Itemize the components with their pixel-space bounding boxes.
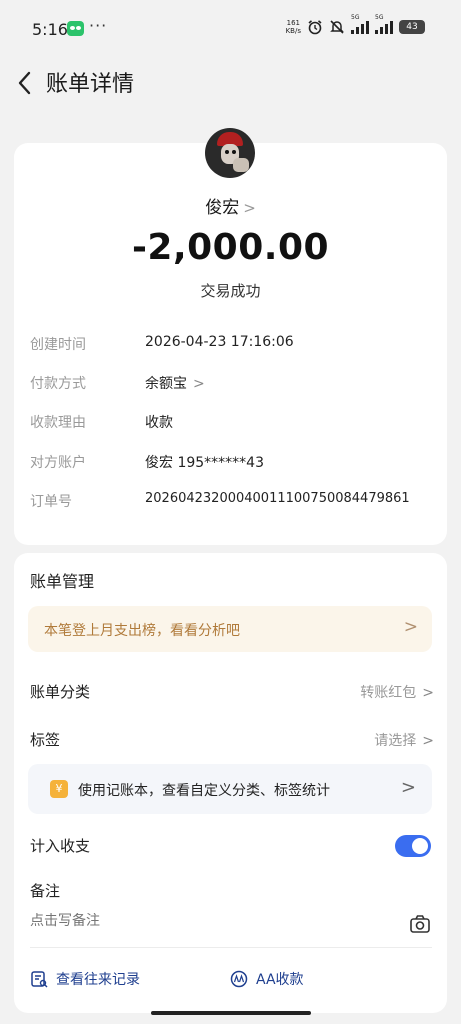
ledger-tip-text: 使用记账本，查看自定义分类、标签统计 bbox=[78, 783, 330, 799]
view-history-label: 查看往来记录 bbox=[56, 972, 140, 988]
bill-management-card: 账单管理 本笔登上月支出榜，看看分析吧 > 账单分类 转账红包 > 标签 请选择 >… bbox=[14, 553, 447, 1013]
detail-value: 余额宝 > bbox=[145, 373, 205, 393]
detail-row-created-time: 创建时间 2026-04-23 17:16:06 bbox=[30, 332, 430, 356]
battery-icon: 43 bbox=[399, 20, 425, 34]
include-label: 计入收支 bbox=[30, 837, 91, 855]
category-value: 转账红包 > bbox=[360, 682, 434, 702]
spending-analysis-banner[interactable]: 本笔登上月支出榜，看看分析吧 > bbox=[28, 606, 432, 652]
promo-text: 本笔登上月支出榜，看看分析吧 bbox=[44, 623, 240, 639]
payee-name: 俊宏 bbox=[205, 198, 240, 218]
network-speed: 161 KB/s bbox=[286, 19, 301, 35]
transaction-status: 交易成功 bbox=[200, 282, 261, 300]
status-bar: 5:16 ··· 161 KB/s 5G 5G 43 bbox=[0, 0, 461, 60]
ledger-tip-banner[interactable]: ¥ 使用记账本，查看自定义分类、标签统计 > bbox=[28, 764, 432, 814]
detail-label: 创建时间 bbox=[30, 337, 86, 353]
chevron-right-icon: > bbox=[422, 733, 434, 749]
aa-collect-label: AA收款 bbox=[256, 972, 304, 988]
detail-row-counterparty: 对方账户 俊宏 195******43 bbox=[30, 450, 430, 474]
page-title: 账单详情 bbox=[46, 72, 135, 97]
nav-bar: 账单详情 bbox=[0, 60, 461, 106]
tag-row[interactable]: 标签 请选择 > bbox=[30, 727, 434, 753]
aa-collect-link[interactable]: AA收款 bbox=[230, 969, 304, 989]
detail-label: 收款理由 bbox=[30, 415, 86, 431]
detail-label: 订单号 bbox=[30, 494, 72, 510]
detail-label: 对方账户 bbox=[30, 455, 86, 471]
transaction-card: 俊宏 > -2,000.00 交易成功 创建时间 2026-04-23 17:16… bbox=[14, 128, 447, 545]
include-in-stats-toggle[interactable] bbox=[395, 835, 431, 857]
signal-icon-1: 5G bbox=[351, 14, 369, 34]
wechat-notification-icon bbox=[67, 21, 84, 36]
signal-1-tag: 5G bbox=[351, 14, 360, 21]
chevron-right-icon: > bbox=[403, 617, 418, 637]
payee-avatar[interactable] bbox=[205, 128, 255, 178]
note-input[interactable] bbox=[30, 913, 370, 929]
detail-value: 收款 bbox=[145, 415, 173, 431]
tag-value: 请选择 > bbox=[374, 730, 434, 750]
mute-bell-icon bbox=[330, 20, 344, 34]
detail-label: 付款方式 bbox=[30, 376, 86, 392]
status-icons: 161 KB/s 5G 5G 43 bbox=[286, 14, 425, 35]
ledger-icon: ¥ bbox=[50, 780, 68, 798]
alarm-icon bbox=[308, 20, 322, 35]
category-label: 账单分类 bbox=[30, 683, 91, 701]
view-history-link[interactable]: 查看往来记录 bbox=[30, 969, 140, 989]
detail-value: 2026-04-23 17:16:06 bbox=[145, 334, 294, 350]
detail-row-order-number: 订单号 20260423200040011100750084479861 bbox=[30, 489, 430, 513]
detail-row-reason: 收款理由 收款 bbox=[30, 410, 430, 434]
signal-icon-2: 5G bbox=[375, 14, 393, 34]
include-in-stats-row: 计入收支 bbox=[30, 833, 434, 859]
signal-2-tag: 5G bbox=[375, 14, 384, 21]
records-icon bbox=[31, 971, 48, 988]
detail-value: 俊宏 195******43 bbox=[145, 455, 264, 471]
chevron-right-icon: > bbox=[400, 777, 416, 798]
network-speed-unit: KB/s bbox=[285, 27, 301, 35]
tag-value-text: 请选择 bbox=[374, 733, 417, 749]
back-arrow-icon[interactable] bbox=[12, 68, 38, 98]
chevron-right-icon: > bbox=[422, 685, 434, 701]
section-title: 账单管理 bbox=[30, 572, 95, 591]
chevron-right-icon: > bbox=[243, 199, 256, 217]
home-indicator[interactable] bbox=[151, 1011, 311, 1015]
divider bbox=[30, 947, 432, 948]
status-time: 5:16 bbox=[32, 20, 68, 39]
camera-icon[interactable] bbox=[409, 913, 431, 935]
category-value-text: 转账红包 bbox=[360, 685, 417, 701]
detail-row-payment-method[interactable]: 付款方式 余额宝 > bbox=[30, 371, 430, 395]
chevron-right-icon: > bbox=[193, 376, 205, 392]
payee-link[interactable]: 俊宏 > bbox=[14, 193, 447, 218]
detail-value: 20260423200040011100750084479861 bbox=[145, 491, 410, 506]
aa-icon bbox=[230, 970, 248, 988]
more-notifications-icon: ··· bbox=[89, 16, 108, 35]
transaction-amount: -2,000.00 bbox=[131, 227, 330, 268]
note-label: 备注 bbox=[30, 882, 61, 900]
bill-category-row[interactable]: 账单分类 转账红包 > bbox=[30, 679, 434, 705]
payment-method-value: 余额宝 bbox=[145, 376, 187, 392]
network-speed-value: 161 bbox=[286, 19, 300, 27]
tag-label: 标签 bbox=[30, 731, 61, 749]
